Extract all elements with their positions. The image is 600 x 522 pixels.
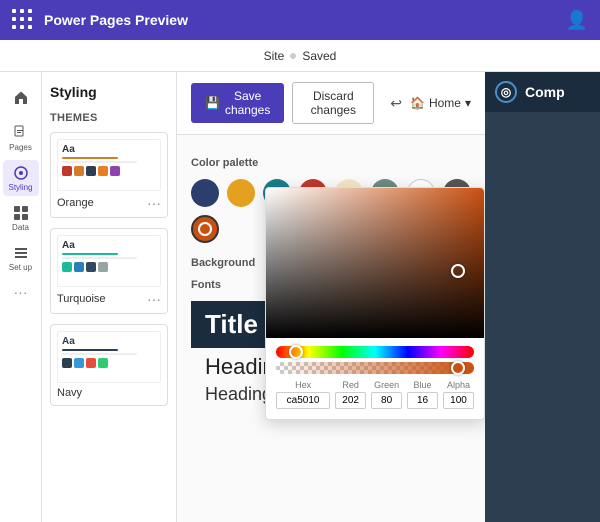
picker-red-group: Red <box>335 380 366 409</box>
theme-name-navy: Navy <box>57 387 82 399</box>
styling-panel: 💾 Save changes Discard changes ↩ 🏠 Home … <box>177 72 485 522</box>
home-nav-chevron: ▾ <box>465 96 471 110</box>
styling-toolbar: 💾 Save changes Discard changes ↩ 🏠 Home … <box>177 72 485 135</box>
picker-red-label: Red <box>335 380 366 390</box>
user-avatar-icon[interactable]: 👤 <box>566 10 588 31</box>
second-bar-status: Saved <box>302 49 336 63</box>
color-swatch-8[interactable] <box>191 215 219 243</box>
color-swatch-1[interactable] <box>227 179 255 207</box>
preview-pane: ◎ Comp <box>485 72 600 522</box>
top-bar: Power Pages Preview 👤 <box>0 0 600 40</box>
picker-red-input[interactable] <box>335 392 366 409</box>
home-nav-label: Home <box>429 96 461 110</box>
preview-logo: ◎ <box>495 81 517 103</box>
theme-menu-turquoise[interactable]: ··· <box>147 291 161 307</box>
sidebar-item-styling[interactable]: Styling <box>3 160 39 196</box>
second-bar: Site Saved <box>0 40 600 72</box>
themes-panel: Styling Themes Aa Orange ··· <box>42 72 177 522</box>
home-nav-icon: 🏠 <box>410 96 425 110</box>
picker-alpha-bar[interactable] <box>276 362 474 374</box>
themes-subheading: Themes <box>50 112 168 124</box>
discard-changes-button[interactable]: Discard changes <box>292 82 374 124</box>
theme-preview-navy: Aa <box>57 331 161 383</box>
theme-name-orange: Orange <box>57 197 94 209</box>
second-bar-site-label: Site <box>264 49 285 63</box>
panel-heading: Styling <box>50 84 168 100</box>
sidebar-label-styling: Styling <box>8 183 32 192</box>
picker-green-input[interactable] <box>371 392 402 409</box>
picker-green-label: Green <box>371 380 402 390</box>
app-title: Power Pages Preview <box>44 12 556 28</box>
theme-card-turquoise[interactable]: Aa Turquoise ··· <box>50 228 168 314</box>
more-icon[interactable]: ··· <box>14 284 28 300</box>
home-nav[interactable]: 🏠 Home ▾ <box>410 96 471 110</box>
styling-content: Color palette Background Fonts Title Hea… <box>177 135 485 421</box>
picker-gradient[interactable] <box>266 188 484 338</box>
second-bar-dot <box>290 53 296 59</box>
save-changes-button[interactable]: 💾 Save changes <box>191 83 284 123</box>
save-icon: 💾 <box>205 96 220 110</box>
picker-hex-label: Hex <box>276 380 330 390</box>
picker-alpha-input[interactable] <box>443 392 474 409</box>
color-swatch-0[interactable] <box>191 179 219 207</box>
sidebar-item-setup[interactable]: Set up <box>3 240 39 276</box>
sidebar-item-home[interactable] <box>3 80 39 116</box>
save-label: Save changes <box>225 89 270 117</box>
picker-hex-group: Hex <box>276 380 330 409</box>
theme-preview-turquoise: Aa <box>57 235 161 287</box>
sidebar-item-pages[interactable]: Pages <box>3 120 39 156</box>
main-layout: Pages Styling Data Set up ··· Styling Th… <box>0 72 600 522</box>
theme-card-navy[interactable]: Aa Navy <box>50 324 168 406</box>
picker-hex-input[interactable] <box>276 392 330 409</box>
theme-name-turquoise: Turquoise <box>57 293 106 305</box>
picker-blue-input[interactable] <box>407 392 438 409</box>
sidebar-label-data: Data <box>12 223 29 232</box>
theme-menu-orange[interactable]: ··· <box>147 195 161 211</box>
picker-alpha-group: Alpha <box>443 380 474 409</box>
picker-blue-group: Blue <box>407 380 438 409</box>
undo-icon[interactable]: ↩ <box>390 95 402 112</box>
app-grid-icon[interactable] <box>12 9 34 31</box>
color-palette-label: Color palette <box>191 157 471 169</box>
picker-hue-thumb <box>289 345 303 359</box>
preview-company: Comp <box>525 84 565 100</box>
picker-green-group: Green <box>371 380 402 409</box>
theme-card-orange[interactable]: Aa Orange ··· <box>50 132 168 218</box>
theme-preview-orange: Aa <box>57 139 161 191</box>
preview-header: ◎ Comp <box>485 72 600 112</box>
discard-label: Discard changes <box>311 89 356 117</box>
sidebar-label-setup: Set up <box>9 263 32 272</box>
icon-sidebar: Pages Styling Data Set up ··· <box>0 72 42 522</box>
picker-hue-bar[interactable] <box>276 346 474 358</box>
picker-blue-label: Blue <box>407 380 438 390</box>
sidebar-label-pages: Pages <box>9 143 32 152</box>
picker-alpha-overlay <box>276 362 474 374</box>
color-picker-popup: Hex Red Green Blue <box>265 187 485 420</box>
picker-inputs: Hex Red Green Blue <box>276 380 474 409</box>
sidebar-item-data[interactable]: Data <box>3 200 39 236</box>
picker-alpha-label: Alpha <box>443 380 474 390</box>
